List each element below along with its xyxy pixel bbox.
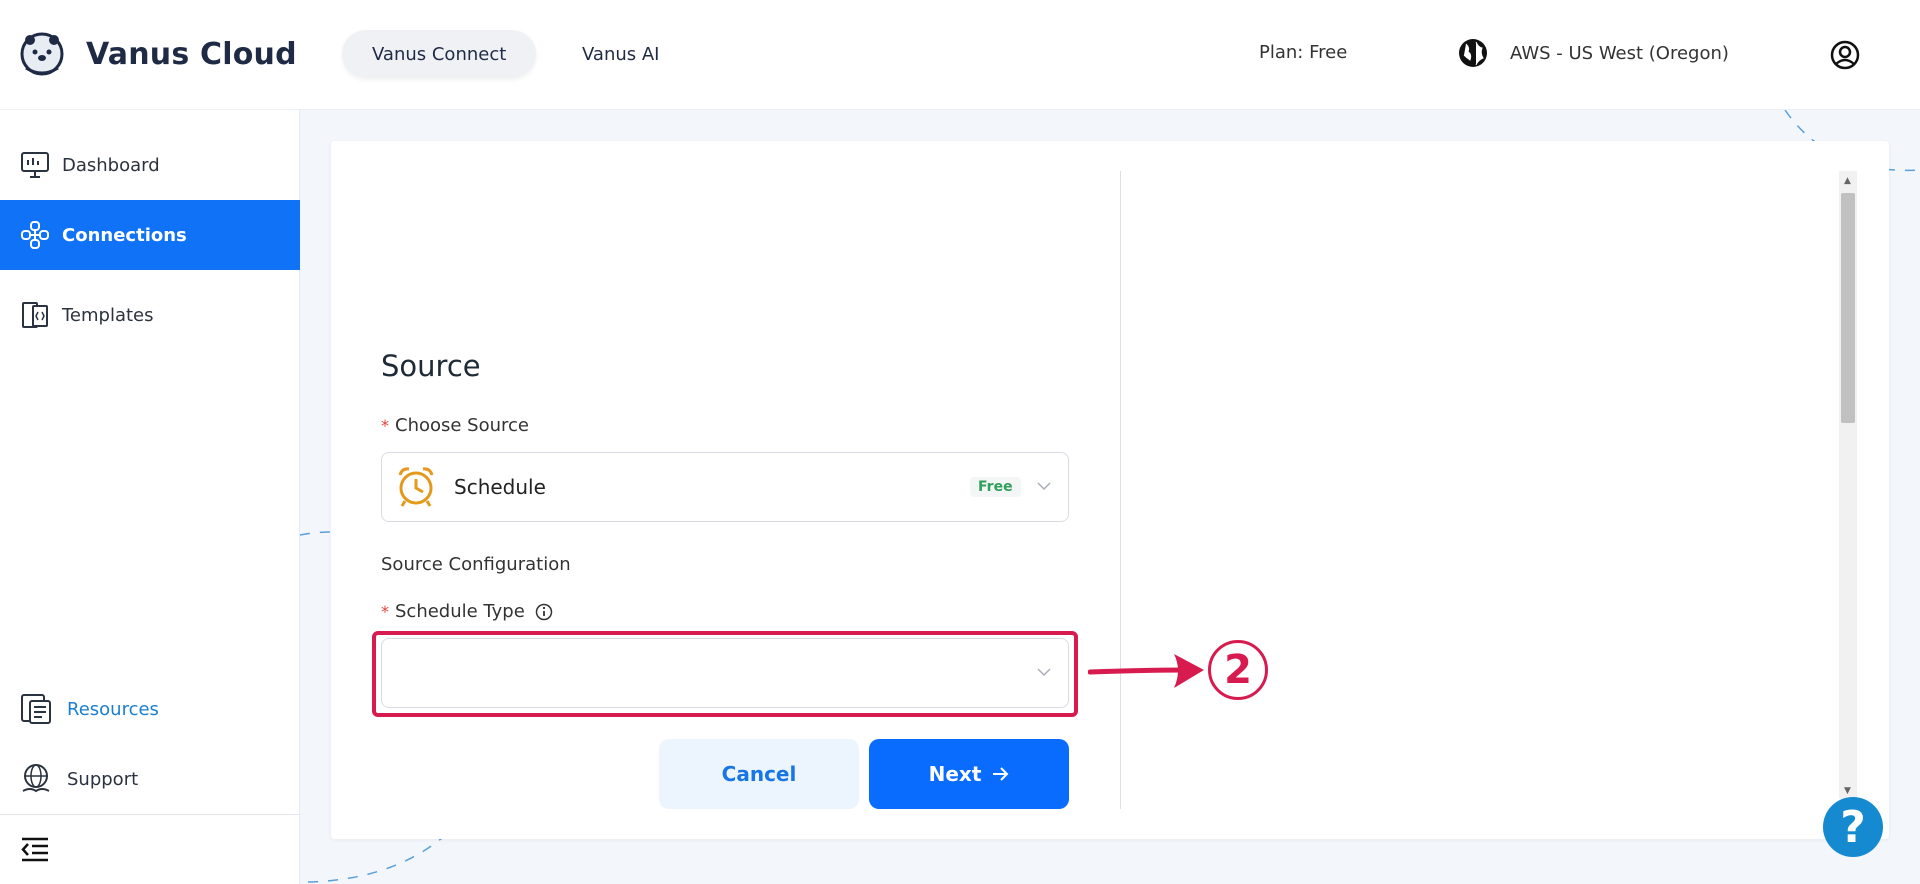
section-title: Source	[381, 349, 481, 383]
info-icon[interactable]	[535, 603, 553, 621]
sidebar-divider	[0, 814, 300, 815]
schedule-type-label: * Schedule Type	[381, 601, 553, 622]
sidebar-item-support[interactable]: Support	[0, 744, 300, 814]
choose-source-label: * Choose Source	[381, 415, 529, 436]
next-button[interactable]: Next	[869, 739, 1069, 809]
arrow-right-icon	[993, 767, 1009, 781]
sidebar-nav: Dashboard Connections Templates Resource…	[0, 110, 300, 884]
top-bar: Vanus Cloud Vanus Connect Vanus AI Plan:…	[0, 0, 1920, 110]
region-label: AWS - US West (Oregon)	[1510, 42, 1729, 64]
sidebar-item-templates[interactable]: Templates	[0, 280, 300, 350]
panel-divider	[1120, 171, 1121, 809]
free-badge: Free	[970, 477, 1021, 497]
collapse-menu-icon[interactable]	[20, 836, 50, 862]
main-panel: ▲ ▼ Source * Choose Source Schedule Free…	[331, 141, 1889, 839]
plan-label: Plan: Free	[1259, 42, 1348, 63]
chevron-down-icon	[1037, 482, 1051, 491]
user-avatar-icon[interactable]	[1830, 40, 1860, 70]
help-button[interactable]: ?	[1823, 797, 1883, 857]
resources-icon	[21, 694, 51, 724]
brand-name: Vanus Cloud	[86, 36, 297, 72]
alarm-clock-icon	[398, 467, 434, 507]
scroll-up-arrow-icon[interactable]: ▲	[1844, 176, 1851, 186]
source-configuration-heading: Source Configuration	[381, 554, 571, 575]
required-asterisk: *	[381, 602, 389, 621]
sidebar-item-label: Dashboard	[62, 154, 160, 176]
required-asterisk: *	[381, 416, 389, 435]
annotation-arrow-icon	[1088, 654, 1204, 688]
help-icon: ?	[1840, 801, 1866, 853]
templates-icon	[22, 302, 48, 328]
globe-icon	[1459, 39, 1487, 67]
next-button-label: Next	[928, 762, 982, 786]
chevron-down-icon	[1037, 668, 1051, 677]
schedule-type-select[interactable]	[381, 638, 1069, 708]
sidebar-item-label: Connections	[62, 224, 187, 246]
tab-vanus-connect[interactable]: Vanus Connect	[342, 30, 537, 78]
sidebar-item-connections[interactable]: Connections	[0, 200, 300, 270]
schedule-type-label-text: Schedule Type	[395, 601, 525, 622]
sidebar-item-resources[interactable]: Resources	[0, 674, 300, 744]
cancel-button-label: Cancel	[721, 762, 797, 786]
brand[interactable]: Vanus Cloud	[18, 30, 297, 78]
monitor-icon	[21, 152, 49, 178]
scroll-down-arrow-icon[interactable]: ▼	[1844, 786, 1851, 796]
connections-icon	[21, 221, 49, 249]
region-selector[interactable]: AWS - US West (Oregon)	[1458, 38, 1729, 68]
annotation-step-number: 2	[1208, 640, 1268, 700]
source-select-value: Schedule	[454, 475, 546, 499]
otter-logo-icon	[20, 32, 64, 76]
sidebar-item-label: Support	[67, 768, 139, 790]
cancel-button[interactable]: Cancel	[659, 739, 859, 809]
choose-source-label-text: Choose Source	[395, 415, 529, 436]
sidebar-item-label: Resources	[67, 698, 159, 720]
support-icon	[22, 764, 50, 793]
sidebar-item-dashboard[interactable]: Dashboard	[0, 130, 300, 200]
scrollbar-thumb[interactable]	[1841, 193, 1855, 423]
sidebar-item-label: Templates	[62, 304, 154, 326]
source-select[interactable]: Schedule Free	[381, 452, 1069, 522]
tab-vanus-ai[interactable]: Vanus AI	[552, 30, 689, 78]
